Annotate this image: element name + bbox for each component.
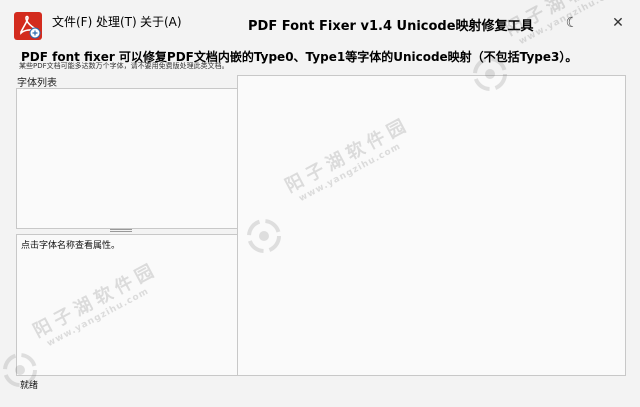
menu-process[interactable]: 处理(T) (96, 14, 137, 30)
preview-pane[interactable] (237, 75, 626, 376)
app-window: 文件(F) 处理(T) 关于(A) PDF Font Fixer v1.4 Un… (0, 0, 640, 407)
menu-about[interactable]: 关于(A) (140, 14, 182, 30)
font-list-label: 字体列表 (17, 78, 57, 89)
watermark-logo-icon (247, 219, 281, 253)
watermark-logo-icon (473, 57, 507, 91)
font-list-box[interactable] (16, 88, 238, 229)
watermark-logo-icon (3, 353, 37, 387)
window-title: PDF Font Fixer v1.4 Unicode映射修复工具 (248, 19, 534, 34)
menu-file[interactable]: 文件(F) (52, 14, 92, 30)
properties-box[interactable]: 点击字体名称查看属性。 (16, 234, 238, 376)
panel-splitter[interactable] (110, 229, 132, 232)
moon-icon[interactable]: ☾ (561, 14, 583, 32)
description-subline: 某些PDF文档可能多达数万个字体，请不要用免费版处理此类文档。 (19, 62, 229, 70)
title-bar[interactable]: 文件(F) 处理(T) 关于(A) PDF Font Fixer v1.4 Un… (0, 0, 640, 44)
pdf-app-icon (14, 12, 42, 40)
properties-hint: 点击字体名称查看属性。 (21, 241, 121, 251)
close-icon[interactable]: ✕ (607, 14, 629, 32)
